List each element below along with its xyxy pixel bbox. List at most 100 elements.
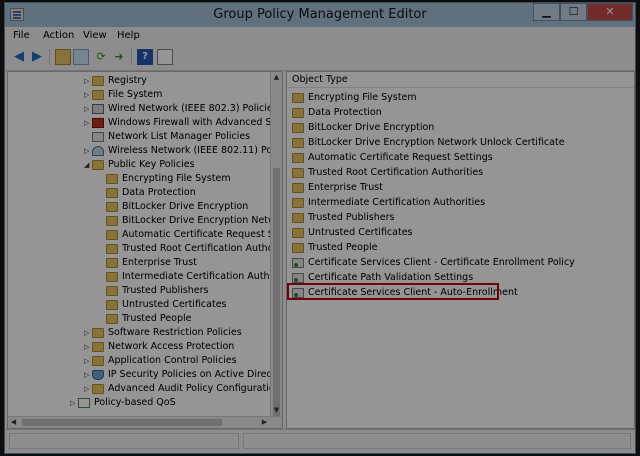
tree-item[interactable]: ▷ Network Access Protection: [84, 340, 234, 354]
list-item-label: Intermediate Certification Authorities: [308, 197, 486, 208]
list-item[interactable]: Encrypting File System: [292, 91, 417, 105]
forward-arrow-icon[interactable]: ▶: [29, 49, 45, 65]
tree-item-label: BitLocker Drive Encryption Networ: [122, 215, 283, 226]
list-item[interactable]: Certificate Services Client - Certificat…: [292, 256, 575, 270]
tree-vertical-scrollbar[interactable]: ▲ ▼: [270, 72, 282, 418]
tree-item-label: Untrusted Certificates: [122, 299, 227, 310]
properties-pane-icon[interactable]: [157, 49, 173, 65]
folder-icon: [106, 272, 118, 282]
expand-arrow-icon[interactable]: ▷: [84, 116, 92, 130]
expand-arrow-icon[interactable]: ▷: [84, 88, 92, 102]
expand-arrow-icon[interactable]: ▷: [84, 354, 92, 368]
list-item[interactable]: Intermediate Certification Authorities: [292, 196, 485, 210]
scroll-left-arrow-icon[interactable]: ◀: [8, 417, 19, 428]
tree-item[interactable]: ▷ Application Control Policies: [84, 354, 237, 368]
list-item[interactable]: BitLocker Drive Encryption: [292, 121, 434, 135]
tree-item[interactable]: ▷ Policy-based QoS: [70, 396, 176, 410]
wifi-icon: [92, 146, 104, 156]
show-hide-tree-icon[interactable]: [73, 49, 89, 65]
tree-item[interactable]: Intermediate Certification Authori: [98, 270, 282, 284]
folder-icon: [106, 314, 118, 324]
tree-item[interactable]: Network List Manager Policies: [84, 130, 250, 144]
up-folder-icon[interactable]: [55, 49, 71, 65]
list-item[interactable]: Trusted Publishers: [292, 211, 394, 225]
export-list-icon[interactable]: ➜: [111, 49, 127, 65]
tree-item[interactable]: Data Protection: [98, 186, 196, 200]
scroll-up-arrow-icon[interactable]: ▲: [271, 72, 282, 83]
expand-arrow-icon[interactable]: ▷: [84, 144, 92, 158]
back-arrow-icon[interactable]: ◀: [11, 49, 27, 65]
tree-item[interactable]: ▷ Wired Network (IEEE 802.3) Policies: [84, 102, 278, 116]
tree-item[interactable]: ▷ IP Security Policies on Active Director…: [84, 368, 282, 382]
title-bar[interactable]: Group Policy Management Editor ▁ ☐ ✕: [5, 3, 635, 27]
list-item-label: Trusted Root Certification Authorities: [308, 167, 484, 178]
list-item[interactable]: Untrusted Certificates: [292, 226, 413, 240]
tree-item[interactable]: BitLocker Drive Encryption Networ: [98, 214, 283, 228]
list-item-label: Trusted Publishers: [308, 212, 395, 223]
folder-icon: [106, 244, 118, 254]
expand-arrow-icon[interactable]: ▷: [84, 368, 92, 382]
tree-item-label: Application Control Policies: [108, 355, 237, 366]
menu-help[interactable]: Help: [117, 30, 140, 41]
tree-item-label: Wired Network (IEEE 802.3) Policies: [108, 103, 278, 114]
folder-icon: [292, 138, 304, 148]
tree-scroll-thumb[interactable]: [273, 168, 280, 418]
expand-arrow-icon[interactable]: ▷: [84, 102, 92, 116]
folder-icon: [292, 243, 304, 253]
tree-item[interactable]: ▷ File System: [84, 88, 162, 102]
maximize-button[interactable]: ☐: [560, 3, 587, 21]
folder-icon: [292, 123, 304, 133]
help-icon[interactable]: ?: [137, 49, 153, 65]
tree-item[interactable]: ▷ Advanced Audit Policy Configuration: [84, 382, 281, 396]
tree-item[interactable]: Trusted Root Certification Authori: [98, 242, 280, 256]
list-item[interactable]: Trusted People: [292, 241, 377, 255]
folder-icon: [292, 213, 304, 223]
list-item-label: Untrusted Certificates: [308, 227, 413, 238]
expand-arrow-icon[interactable]: ▷: [84, 382, 92, 396]
tree-item[interactable]: ▷ Registry: [84, 74, 147, 88]
tree-item-label: Network List Manager Policies: [108, 131, 251, 142]
minimize-button[interactable]: ▁: [533, 3, 560, 21]
tree-item-label: File System: [108, 89, 163, 100]
refresh-icon[interactable]: ⟳: [93, 49, 109, 65]
tree-item[interactable]: ◢ Public Key Policies: [84, 158, 195, 172]
expand-arrow-icon[interactable]: ◢: [84, 158, 92, 172]
tree-item[interactable]: Trusted Publishers: [98, 284, 208, 298]
tree-item-label: BitLocker Drive Encryption: [122, 201, 249, 212]
list-item[interactable]: Trusted Root Certification Authorities: [292, 166, 483, 180]
tree-item[interactable]: Untrusted Certificates: [98, 298, 227, 312]
tree-item[interactable]: ▷ Software Restriction Policies: [84, 326, 242, 340]
expand-arrow-icon[interactable]: ▷: [84, 326, 92, 340]
menu-view[interactable]: View: [83, 30, 107, 41]
tree-horizontal-scrollbar[interactable]: ◀ ▶: [8, 416, 282, 428]
expand-arrow-icon[interactable]: ▷: [84, 340, 92, 354]
scroll-down-arrow-icon[interactable]: ▼: [271, 405, 282, 416]
menu-file[interactable]: File: [13, 30, 30, 41]
list-item[interactable]: Automatic Certificate Request Settings: [292, 151, 493, 165]
folder-icon: [106, 300, 118, 310]
tree-item[interactable]: BitLocker Drive Encryption: [98, 200, 248, 214]
expand-arrow-icon[interactable]: ▷: [70, 396, 78, 410]
menu-action[interactable]: Action: [43, 30, 74, 41]
folder-icon: [292, 93, 304, 103]
list-item[interactable]: BitLocker Drive Encryption Network Unloc…: [292, 136, 565, 150]
list-item[interactable]: Enterprise Trust: [292, 181, 383, 195]
tree-hscroll-thumb[interactable]: [22, 419, 222, 426]
list-item-label: Automatic Certificate Request Settings: [308, 152, 493, 163]
column-header-object-type[interactable]: Object Type: [287, 72, 634, 88]
tree-item[interactable]: Enterprise Trust: [98, 256, 197, 270]
folder-icon: [292, 183, 304, 193]
shield-icon: [92, 370, 104, 380]
expand-arrow-icon[interactable]: ▷: [84, 74, 92, 88]
tree-item[interactable]: ▷ Windows Firewall with Advanced Secu: [84, 116, 282, 130]
folder-icon: [106, 258, 118, 268]
tree-item-label: Trusted Publishers: [122, 285, 209, 296]
tree-item[interactable]: Automatic Certificate Request Sett: [98, 228, 282, 242]
list-item[interactable]: Data Protection: [292, 106, 382, 120]
tree-item[interactable]: Encrypting File System: [98, 172, 231, 186]
scroll-right-arrow-icon[interactable]: ▶: [259, 417, 270, 428]
close-button[interactable]: ✕: [587, 3, 633, 21]
menu-bar: File Action View Help: [5, 27, 635, 45]
tree-item[interactable]: ▷ Wireless Network (IEEE 802.11) Policies: [84, 144, 282, 158]
tree-item[interactable]: Trusted People: [98, 312, 191, 326]
